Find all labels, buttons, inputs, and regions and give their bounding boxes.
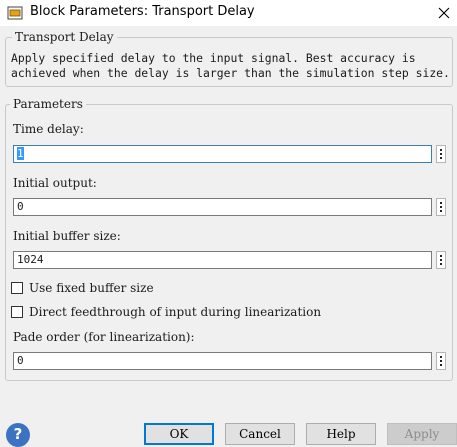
more-dot [440,259,442,261]
more-options-icon [440,356,442,358]
direct-feedthrough-label[interactable]: Direct feedthrough of input during linea… [29,305,321,319]
title-bar: Block Parameters: Transport Delay [0,0,457,26]
initial-output-label: Initial output: [13,176,97,190]
time-delay-value: 1 [17,147,24,160]
use-fixed-buffer-label[interactable]: Use fixed buffer size [29,281,154,295]
more-dot [440,157,442,159]
simulink-block-icon [7,6,23,20]
initial-output-more-button[interactable] [436,198,446,216]
close-button[interactable] [430,0,457,26]
more-dot [440,206,442,208]
use-fixed-buffer-checkbox[interactable] [11,282,23,294]
window-title: Block Parameters: Transport Delay [30,4,255,19]
apply-button: Apply [387,423,457,445]
buffer-size-input[interactable]: 1024 [13,251,432,269]
cancel-button[interactable]: Cancel [225,423,295,445]
more-dot [440,153,442,155]
help-question-icon[interactable]: ? [6,423,30,447]
more-dot [440,360,442,362]
initial-output-input[interactable]: 0 [13,198,432,216]
close-icon [438,7,449,19]
time-delay-input[interactable]: 1 [13,145,432,163]
pade-order-more-button[interactable] [436,352,446,370]
pade-order-label: Pade order (for linearization): [13,330,195,344]
more-options-icon [440,255,442,257]
direct-feedthrough-checkbox[interactable] [11,306,23,318]
ok-button[interactable]: OK [144,423,214,445]
more-dot [440,210,442,212]
description-legend: Transport Delay [12,30,117,44]
buffer-size-label: Initial buffer size: [13,229,121,243]
more-options-icon [440,202,442,204]
more-dot [440,263,442,265]
pade-order-input[interactable]: 0 [13,352,432,370]
buffer-size-more-button[interactable] [436,251,446,269]
time-delay-more-button[interactable] [436,145,446,163]
parameters-legend: Parameters [10,97,86,111]
description-group: Transport Delay Apply specified delay to… [5,30,453,87]
block-description: Apply specified delay to the input signa… [11,51,450,80]
time-delay-label: Time delay: [13,122,84,136]
more-dot [440,364,442,366]
help-button[interactable]: Help [306,423,376,445]
more-options-icon [440,149,442,151]
